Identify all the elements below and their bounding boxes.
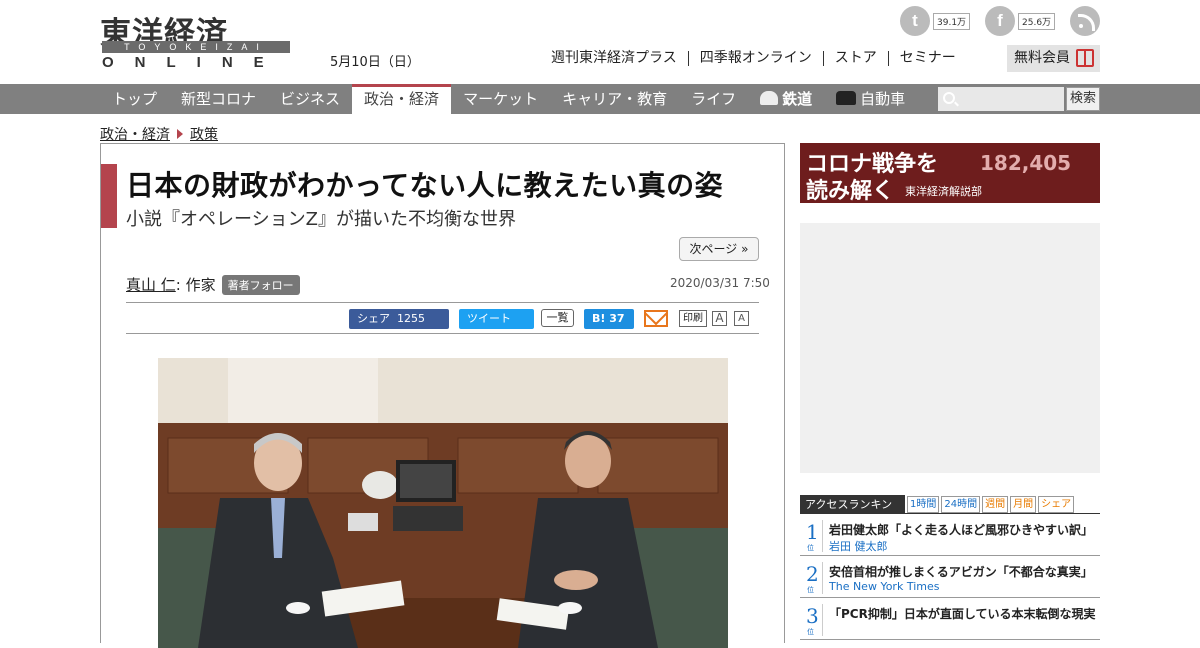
banner-sub: 東洋経済解説部 xyxy=(905,185,982,198)
ranking-item[interactable]: 3 位 「PCR抑制」日本が直面している本末転倒な現実 xyxy=(800,602,1100,640)
nav-railway[interactable]: 鉄道 xyxy=(748,84,824,114)
rank-author: 岩田 健太郎 xyxy=(829,540,888,553)
share-bar: シェア 1255 ツイート 一覧 B! 37 印刷 A A xyxy=(126,302,759,334)
nav-automobile[interactable]: 自動車 xyxy=(824,84,917,114)
facebook-icon: f xyxy=(985,6,1015,36)
ranking-tab-monthly[interactable]: 月間 xyxy=(1010,496,1037,513)
banner-case-count: 182,405 xyxy=(980,151,1072,175)
ranking-header: アクセスランキング 1時間 24時間 週間 月間 シェア xyxy=(800,495,1100,530)
author-role: : 作家 xyxy=(175,276,216,294)
rank-title: 「PCR抑制」日本が直面している本末転倒な現実 xyxy=(829,607,1096,621)
article: 日本の財政がわかってない人に教えたい真の姿 小説『オペレーションZ』が描いた不均… xyxy=(100,143,785,648)
fb-share-count: 1255 xyxy=(397,312,425,325)
breadcrumb-category[interactable]: 政治・経済 xyxy=(100,124,170,144)
tweet-button[interactable]: ツイート xyxy=(459,309,534,329)
font-large-button[interactable]: A xyxy=(712,311,727,326)
banner-line2: 読み解く xyxy=(806,178,895,203)
rank-number: 3 xyxy=(806,604,819,628)
rank-divider xyxy=(822,604,823,636)
author-name[interactable]: 真山 仁 xyxy=(126,274,176,295)
access-ranking: アクセスランキング 1時間 24時間 週間 月間 シェア 1 位 岩田健太郎「よ… xyxy=(800,495,1100,640)
hatena-count: 37 xyxy=(609,312,625,325)
rank-author: The New York Times xyxy=(829,580,940,593)
nav-railway-label: 鉄道 xyxy=(782,90,813,108)
article-subtitle: 小説『オペレーションZ』が描いた不均衡な世界 xyxy=(126,209,516,230)
top-link-store[interactable]: ストア xyxy=(822,51,888,66)
nav-corona[interactable]: 新型コロナ xyxy=(169,84,268,114)
twitter-count: 39.1万 xyxy=(933,12,971,30)
member-label: 無料会員 xyxy=(1014,50,1070,66)
nav-business[interactable]: ビジネス xyxy=(268,84,352,114)
publish-date: 2020/03/31 7:50 xyxy=(670,276,770,290)
tweet-label: ツイート xyxy=(467,312,511,325)
rank-number: 2 xyxy=(806,562,819,586)
car-icon xyxy=(836,91,857,105)
twitter-icon: t xyxy=(900,6,930,36)
rank-divider xyxy=(822,562,823,594)
tweet-list-button[interactable]: 一覧 xyxy=(541,309,574,327)
top-link-shikiho[interactable]: 四季報オンライン xyxy=(687,51,823,66)
hatena-label: B! xyxy=(592,312,606,325)
search-icon xyxy=(943,92,955,104)
print-button[interactable]: 印刷 xyxy=(679,310,707,327)
interview-photo-image xyxy=(158,358,728,648)
author-follow-button[interactable]: 著者フォロー xyxy=(221,274,300,295)
nav-career-education[interactable]: キャリア・教育 xyxy=(550,84,679,114)
ranking-title: アクセスランキング xyxy=(800,495,905,530)
mail-icon[interactable] xyxy=(644,310,668,327)
header-date: 5月10日（日） xyxy=(330,55,420,70)
rank-number: 1 xyxy=(806,520,819,544)
next-page-button[interactable]: 次ページ » xyxy=(679,237,759,261)
article-title: 日本の財政がわかってない人に教えたい真の姿 xyxy=(126,169,724,202)
article-photo xyxy=(158,358,728,648)
breadcrumb-subcategory[interactable]: 政策 xyxy=(190,124,218,144)
nav-life[interactable]: ライフ xyxy=(679,84,748,114)
nav-market[interactable]: マーケット xyxy=(451,84,550,114)
title-accent-bar xyxy=(101,164,117,228)
ranking-tab-1h[interactable]: 1時間 xyxy=(907,496,940,513)
rank-suffix: 位 xyxy=(807,628,814,636)
rank-suffix: 位 xyxy=(807,586,814,594)
nav-automobile-label: 自動車 xyxy=(860,90,906,108)
rank-title: 安倍首相が推しまくるアビガン「不都合な真実」 xyxy=(829,565,1093,579)
top-link-weekly-plus[interactable]: 週刊東洋経済プラス xyxy=(551,51,688,66)
site-logo[interactable]: 東洋経済 TOYOKEIZAI ONLINE xyxy=(100,8,294,71)
search-input[interactable] xyxy=(938,87,1064,111)
search-button[interactable]: 検索 xyxy=(1066,87,1100,111)
ranking-tab-24h[interactable]: 24時間 xyxy=(941,496,981,513)
logo-romaji: TOYOKEIZAI xyxy=(102,41,290,53)
font-small-button[interactable]: A xyxy=(734,311,749,326)
top-links: 週刊東洋経済プラス 四季報オンライン ストア セミナー xyxy=(551,51,967,66)
top-link-seminar[interactable]: セミナー xyxy=(887,51,967,66)
twitter-follow[interactable]: t 39.1万 xyxy=(900,6,971,36)
rank-suffix: 位 xyxy=(807,544,814,552)
breadcrumb: 政治・経済 政策 xyxy=(100,124,218,144)
ranking-tab-weekly[interactable]: 週間 xyxy=(982,496,1009,513)
author-line: 真山 仁 : 作家 著者フォロー xyxy=(126,274,300,295)
facebook-share-button[interactable]: シェア 1255 xyxy=(349,309,449,329)
gift-icon xyxy=(1076,49,1094,67)
rss-icon[interactable] xyxy=(1070,6,1100,36)
train-icon xyxy=(760,91,779,105)
site-header: 東洋経済 TOYOKEIZAI ONLINE 5月10日（日） 週刊東洋経済プラ… xyxy=(0,0,1200,84)
breadcrumb-arrow-icon xyxy=(177,129,183,139)
follow-label: 著者フォロー xyxy=(227,278,294,292)
nav-politics-economy[interactable]: 政治・経済 xyxy=(352,84,452,114)
hatena-bookmark-button[interactable]: B! 37 xyxy=(584,309,634,329)
corona-feature-banner[interactable]: 182,405 コロナ戦争を 読み解く 東洋経済解説部 xyxy=(800,143,1100,203)
ranking-tab-share[interactable]: シェア xyxy=(1038,496,1075,513)
logo-online: ONLINE xyxy=(102,54,285,71)
free-member-button[interactable]: 無料会員 xyxy=(1007,45,1100,72)
facebook-count: 25.6万 xyxy=(1018,12,1056,30)
ranking-item[interactable]: 1 位 岩田健太郎「よく走る人ほど風邪ひきやすい訳」 岩田 健太郎 xyxy=(800,518,1100,556)
facebook-follow[interactable]: f 25.6万 xyxy=(985,6,1056,36)
ranking-item[interactable]: 2 位 安倍首相が推しまくるアビガン「不都合な真実」 The New York … xyxy=(800,560,1100,598)
rank-title: 岩田健太郎「よく走る人ほど風邪ひきやすい訳」 xyxy=(829,523,1094,537)
fb-share-label: シェア xyxy=(357,312,390,325)
nav-top[interactable]: トップ xyxy=(100,84,169,114)
rank-divider xyxy=(822,520,823,552)
ad-slot xyxy=(800,223,1100,473)
